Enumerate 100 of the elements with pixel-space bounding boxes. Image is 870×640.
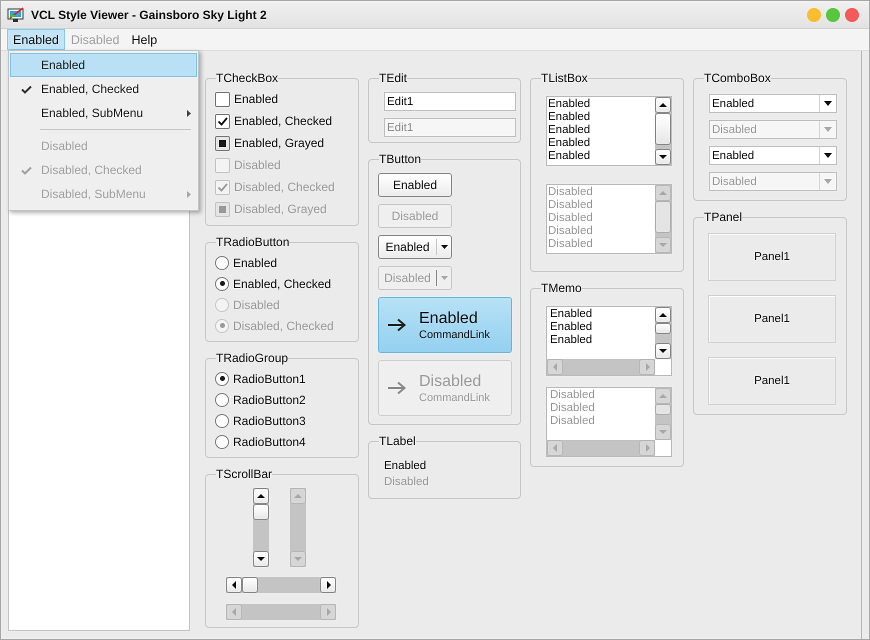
- up-arrow-icon: [658, 311, 668, 319]
- left-arrow-icon: [550, 362, 560, 372]
- group-title: TMemo: [541, 281, 582, 295]
- scroll-thumb[interactable]: [253, 504, 269, 520]
- group-title: TRadioGroup: [216, 351, 288, 365]
- scroll-down-button[interactable]: [655, 343, 671, 359]
- horizontal-scrollbar[interactable]: [226, 577, 336, 593]
- close-button[interactable]: [845, 8, 859, 22]
- push-button[interactable]: Enabled: [378, 173, 452, 197]
- radio-button[interactable]: [215, 392, 229, 406]
- menu-item[interactable]: Enabled, SubMenu: [10, 101, 197, 125]
- left-arrow-icon: [230, 607, 238, 617]
- caret-icon: [824, 101, 832, 106]
- radio-label: Disabled: [233, 298, 280, 312]
- caret-icon: [824, 179, 832, 184]
- up-arrow-icon: [293, 492, 303, 500]
- radio-button[interactable]: [215, 372, 229, 386]
- scroll-up-button[interactable]: [253, 488, 269, 504]
- checkbox[interactable]: [215, 92, 230, 106]
- command-link-button[interactable]: Enabled CommandLink: [378, 297, 512, 353]
- memo-line: Disabled: [550, 402, 596, 415]
- radio-button[interactable]: [215, 276, 229, 290]
- caret-icon: [824, 153, 832, 158]
- checkbox[interactable]: [215, 114, 230, 128]
- memo-field[interactable]: Enabled Enabled Enabled: [546, 306, 672, 376]
- scroll-thumb[interactable]: [655, 113, 671, 145]
- down-arrow-icon: [658, 347, 668, 355]
- checkbox-label: Disabled, Checked: [234, 180, 335, 194]
- group-title: TEdit: [379, 71, 408, 85]
- down-arrow-icon: [658, 428, 668, 436]
- memo-line: Disabled: [550, 415, 596, 428]
- scroll-down-button[interactable]: [655, 149, 671, 165]
- radio-button[interactable]: [215, 414, 229, 428]
- panel: Panel1: [708, 357, 836, 405]
- window-title: VCL Style Viewer - Gainsboro Sky Light 2: [31, 8, 267, 22]
- scroll-thumb[interactable]: [655, 323, 671, 334]
- list-item[interactable]: Enabled: [548, 124, 655, 137]
- group-title: TLabel: [379, 434, 416, 448]
- menu-bar-item[interactable]: Enabled: [7, 29, 65, 50]
- memo-line: Enabled: [550, 321, 594, 334]
- list-item[interactable]: Enabled: [548, 111, 655, 124]
- list-item[interactable]: Enabled: [548, 98, 655, 111]
- group-title: TPanel: [704, 210, 742, 224]
- scroll-up-button[interactable]: [655, 97, 671, 113]
- label-text: Disabled: [383, 475, 430, 490]
- menu-item[interactable]: Enabled: [10, 53, 197, 77]
- down-arrow-icon: [658, 241, 668, 249]
- group-title: TButton: [379, 152, 422, 166]
- list-item[interactable]: Enabled: [548, 150, 655, 163]
- caret-icon: [440, 245, 448, 249]
- input-field[interactable]: Edit1: [384, 92, 516, 111]
- checkbox-label: Enabled: [234, 92, 278, 106]
- vertical-scrollbar[interactable]: [253, 488, 269, 567]
- radio-button[interactable]: [215, 434, 229, 448]
- down-arrow-icon: [293, 555, 303, 563]
- radio-label: RadioButton3: [233, 414, 306, 428]
- up-arrow-icon: [658, 101, 668, 109]
- memo-line: Enabled: [550, 308, 594, 321]
- panel: Panel1: [708, 233, 836, 281]
- radio-label: RadioButton1: [233, 372, 306, 386]
- menu-bar-item[interactable]: Help: [126, 29, 164, 50]
- down-arrow-icon: [658, 153, 668, 161]
- down-arrow-icon: [256, 555, 266, 563]
- panel: Panel1: [708, 295, 836, 343]
- scroll-thumb[interactable]: [242, 577, 258, 593]
- radio-label: RadioButton4: [233, 434, 306, 448]
- checkbox-label: Enabled, Grayed: [234, 136, 324, 150]
- checkbox-label: Enabled, Checked: [234, 114, 332, 128]
- up-arrow-icon: [256, 492, 266, 500]
- memo-line: Enabled: [550, 334, 594, 347]
- split-button[interactable]: Enabled: [378, 235, 452, 259]
- combo-box[interactable]: Enabled: [709, 94, 837, 113]
- checkbox-label: Disabled: [234, 158, 281, 172]
- radio-label: Enabled: [233, 256, 278, 270]
- checkbox[interactable]: [215, 136, 230, 150]
- list-item[interactable]: Enabled: [548, 137, 655, 150]
- group-title: TCheckBox: [216, 71, 278, 85]
- radio-label: Enabled, Checked: [233, 276, 332, 290]
- group-title: TRadioButton: [216, 235, 290, 249]
- left-arrow-icon: [550, 443, 560, 453]
- label-text: Enabled: [383, 459, 428, 474]
- maximize-button[interactable]: [826, 8, 840, 22]
- checkbox-label: Disabled, Grayed: [234, 202, 327, 216]
- memo-line: Disabled: [550, 389, 596, 402]
- radio-label: Disabled, Checked: [233, 318, 334, 332]
- group-title: TScrollBar: [216, 467, 272, 481]
- list-box[interactable]: Enabled Enabled Enabled Enabled Enabled: [546, 96, 672, 166]
- radio-button[interactable]: [215, 256, 229, 270]
- scroll-up-button[interactable]: [655, 307, 671, 323]
- combo-box[interactable]: Enabled: [709, 146, 837, 165]
- caret-icon: [440, 276, 448, 280]
- right-arrow-icon: [387, 381, 407, 395]
- scroll-left-button[interactable]: [226, 577, 242, 593]
- right-arrow-icon: [387, 318, 407, 332]
- group-title: TComboBox: [704, 71, 771, 85]
- menu-item[interactable]: Enabled, Checked: [10, 77, 197, 101]
- scroll-right-button[interactable]: [320, 577, 336, 593]
- scroll-down-button[interactable]: [253, 551, 269, 567]
- left-arrow-icon: [230, 580, 238, 590]
- minimize-button[interactable]: [807, 8, 821, 22]
